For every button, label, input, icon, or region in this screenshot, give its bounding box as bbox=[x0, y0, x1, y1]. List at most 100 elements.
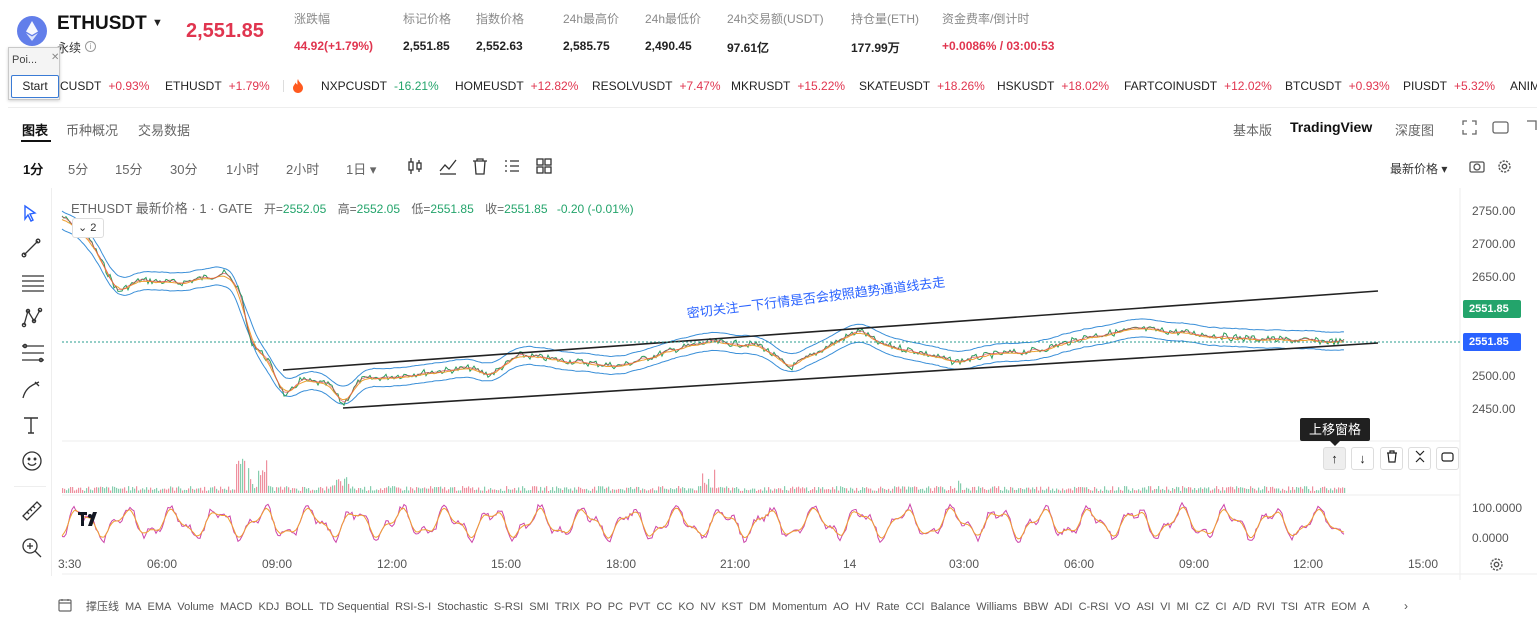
legend-collapse-button[interactable]: ⌄ 2 bbox=[72, 218, 104, 238]
indicator-shortcut[interactable]: TSI bbox=[1281, 601, 1298, 613]
timeframe-2h[interactable]: 2小时 bbox=[286, 159, 319, 178]
indicator-shortcut[interactable]: KO bbox=[678, 601, 694, 613]
trash-icon[interactable] bbox=[472, 157, 488, 178]
indicator-shortcut[interactable]: CZ bbox=[1195, 601, 1210, 613]
timeframe-1h[interactable]: 1小时 bbox=[226, 159, 259, 178]
camera-icon[interactable] bbox=[1469, 159, 1485, 177]
indicator-shortcut[interactable]: KDJ bbox=[258, 601, 279, 613]
indicator-shortcut[interactable]: TRIX bbox=[555, 601, 580, 613]
trend-line-icon[interactable] bbox=[21, 238, 41, 261]
indicator-shortcut[interactable]: EMA bbox=[148, 601, 172, 613]
indicator-shortcut[interactable]: PO bbox=[586, 601, 602, 613]
ticker-item[interactable]: CUSDT +0.93% bbox=[60, 79, 149, 93]
indicator-shortcut[interactable]: 撑压线 bbox=[86, 601, 119, 613]
indicator-shortcut[interactable]: ASI bbox=[1136, 601, 1154, 613]
indicator-shortcut[interactable]: BOLL bbox=[285, 601, 313, 613]
indicator-shortcut[interactable]: Stochastic bbox=[437, 601, 488, 613]
tab-tradingview[interactable]: TradingView bbox=[1290, 119, 1372, 135]
indicator-shortcut[interactable]: MACD bbox=[220, 601, 252, 613]
candle-type-icon[interactable] bbox=[407, 157, 423, 178]
move-pane-up-button[interactable]: ↑ bbox=[1323, 447, 1346, 470]
indicator-shortcut[interactable]: ATR bbox=[1304, 601, 1325, 613]
tab-chart[interactable]: 图表 bbox=[22, 120, 48, 139]
emoji-icon[interactable] bbox=[21, 450, 43, 475]
ticker-item[interactable]: FARTCOINUSDT +12.02% bbox=[1124, 79, 1272, 93]
indicator-shortcut[interactable]: Volume bbox=[177, 601, 214, 613]
indicator-shortcut[interactable]: MA bbox=[125, 601, 142, 613]
indicator-shortcut[interactable]: Momentum bbox=[772, 601, 827, 613]
info-icon[interactable]: i bbox=[85, 41, 96, 52]
indicator-shortcut[interactable]: BBW bbox=[1023, 601, 1048, 613]
timeframe-1d-dropdown[interactable]: 1日 ▾ bbox=[346, 159, 376, 178]
indicator-shortcut[interactable]: MI bbox=[1177, 601, 1189, 613]
fibonacci-icon[interactable] bbox=[21, 343, 45, 366]
indicator-shortcut[interactable]: A bbox=[1362, 601, 1369, 613]
indicator-shortcut[interactable]: Williams bbox=[976, 601, 1017, 613]
symbol-name[interactable]: ETHUSDT bbox=[57, 13, 147, 35]
timeframe-1m[interactable]: 1分 bbox=[23, 159, 43, 178]
indicator-shortcut[interactable]: Balance bbox=[930, 601, 970, 613]
indicator-shortcut[interactable]: TD Sequential bbox=[319, 601, 389, 613]
indicator-shortcut[interactable]: KST bbox=[722, 601, 743, 613]
ticker-item[interactable]: NXPCUSDT -16.21% bbox=[321, 79, 439, 93]
delete-pane-button[interactable] bbox=[1380, 447, 1403, 470]
indicator-shortcut[interactable]: EOM bbox=[1331, 601, 1356, 613]
ticker-item[interactable]: MKRUSDT +15.22% bbox=[731, 79, 845, 93]
indicator-shortcut[interactable]: CCI bbox=[906, 601, 925, 613]
axis-settings-icon[interactable] bbox=[1489, 557, 1504, 575]
indicator-shortcut[interactable]: NV bbox=[700, 601, 715, 613]
timeframe-15m[interactable]: 15分 bbox=[115, 159, 142, 178]
cursor-arrow-icon[interactable] bbox=[21, 204, 39, 225]
indicator-shortcut[interactable]: ADI bbox=[1054, 601, 1072, 613]
calendar-icon[interactable] bbox=[58, 598, 72, 615]
indicator-shortcut[interactable]: PC bbox=[608, 601, 623, 613]
price-chart[interactable] bbox=[52, 188, 1537, 580]
list-icon[interactable] bbox=[504, 157, 520, 178]
tab-coin-overview[interactable]: 币种概况 bbox=[66, 120, 118, 139]
indicator-shortcut[interactable]: A/D bbox=[1233, 601, 1251, 613]
settings-gear-icon[interactable] bbox=[1497, 159, 1512, 177]
horizontal-lines-icon[interactable] bbox=[21, 273, 45, 296]
indicator-shortcut[interactable]: AO bbox=[833, 601, 849, 613]
layout-grid-icon[interactable] bbox=[536, 157, 552, 178]
tab-basic-view[interactable]: 基本版 bbox=[1233, 120, 1272, 139]
ticker-item[interactable]: HSKUSDT +18.02% bbox=[997, 79, 1109, 93]
indicator-shortcut[interactable]: CI bbox=[1216, 601, 1227, 613]
chevron-right-icon[interactable]: › bbox=[1404, 599, 1408, 613]
text-tool-icon[interactable] bbox=[21, 415, 41, 438]
ruler-icon[interactable] bbox=[21, 500, 43, 525]
indicator-shortcut[interactable]: SMI bbox=[529, 601, 549, 613]
zoom-in-icon[interactable] bbox=[21, 537, 43, 562]
price-source-dropdown[interactable]: 最新价格 ▾ bbox=[1390, 160, 1447, 177]
maximize-pane-button[interactable] bbox=[1436, 447, 1459, 470]
ticker-item[interactable]: ETHUSDT +1.79% bbox=[165, 79, 270, 93]
collapse-pane-button[interactable] bbox=[1408, 447, 1431, 470]
ticker-item[interactable]: RESOLVUSDT +7.47% bbox=[592, 79, 721, 93]
pattern-tool-icon[interactable] bbox=[21, 307, 43, 332]
start-button[interactable]: Start bbox=[11, 75, 59, 98]
indicator-shortcut[interactable]: VI bbox=[1160, 601, 1170, 613]
symbol-dropdown-icon[interactable]: ▼ bbox=[152, 17, 163, 29]
tradingview-logo-icon[interactable] bbox=[78, 512, 102, 529]
indicator-shortcut[interactable]: VO bbox=[1115, 601, 1131, 613]
ticker-item[interactable]: BTCUSDT +0.93% bbox=[1285, 79, 1390, 93]
window-icon[interactable] bbox=[1492, 120, 1509, 138]
indicator-shortcut[interactable]: HV bbox=[855, 601, 870, 613]
brush-icon[interactable] bbox=[21, 378, 43, 403]
indicator-icon[interactable] bbox=[439, 157, 457, 178]
indicator-shortcut[interactable]: C-RSI bbox=[1079, 601, 1109, 613]
indicator-shortcut[interactable]: CC bbox=[656, 601, 672, 613]
indicator-shortcut[interactable]: DM bbox=[749, 601, 766, 613]
tab-trade-data[interactable]: 交易数据 bbox=[138, 120, 190, 139]
indicator-shortcut[interactable]: Rate bbox=[876, 601, 899, 613]
indicator-shortcut[interactable]: RVI bbox=[1257, 601, 1275, 613]
indicator-shortcut[interactable]: PVT bbox=[629, 601, 650, 613]
ticker-item[interactable]: PIUSDT +5.32% bbox=[1403, 79, 1495, 93]
ticker-item[interactable]: HOMEUSDT +12.82% bbox=[455, 79, 578, 93]
ticker-item[interactable]: ANIM bbox=[1510, 79, 1537, 93]
expand-icon[interactable] bbox=[1522, 120, 1537, 138]
move-pane-down-button[interactable]: ↓ bbox=[1351, 447, 1374, 470]
timeframe-30m[interactable]: 30分 bbox=[170, 159, 197, 178]
indicator-shortcut[interactable]: RSI-S-I bbox=[395, 601, 431, 613]
tab-depth-chart[interactable]: 深度图 bbox=[1395, 120, 1434, 139]
